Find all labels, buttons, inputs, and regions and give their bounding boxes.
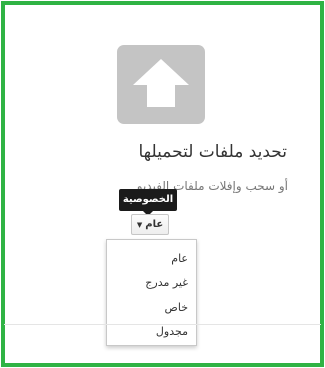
privacy-select[interactable]: عام ▼ xyxy=(131,214,169,235)
privacy-option-scheduled[interactable]: مجدول xyxy=(156,325,188,338)
privacy-option-public[interactable]: عام xyxy=(171,252,188,265)
privacy-option-unlisted[interactable]: غير مدرج xyxy=(145,276,188,289)
select-files-title[interactable]: تحديد ملفات لتحميلها xyxy=(139,142,288,162)
privacy-dropdown-menu: عام غير مدرج خاص مجدول xyxy=(106,239,197,346)
privacy-select-value: عام xyxy=(145,219,164,230)
privacy-option-private[interactable]: خاص xyxy=(165,301,188,314)
privacy-tooltip-label: الخصوصية xyxy=(122,194,174,205)
upload-arrow-icon[interactable] xyxy=(117,45,205,124)
caret-down-icon: ▼ xyxy=(136,220,143,229)
divider xyxy=(4,324,321,325)
privacy-tooltip: الخصوصية xyxy=(119,189,177,216)
